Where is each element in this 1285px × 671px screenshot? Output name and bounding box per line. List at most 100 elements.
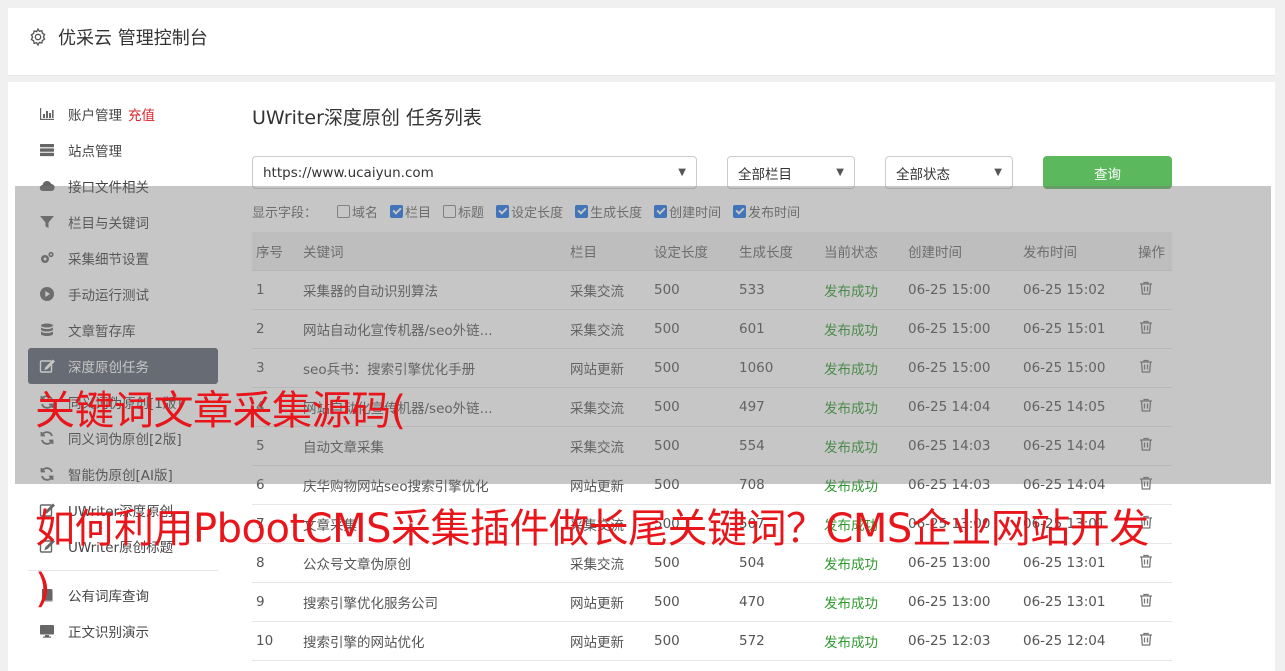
gen-length-cell: 497: [735, 387, 820, 427]
table-row: 3 seo兵书：搜索引擎优化手册 网站更新 500 1060 发布成功 06-25 15:0…: [252, 348, 1172, 388]
set-length-cell: 500: [650, 582, 735, 622]
set-length-cell: 500: [650, 270, 735, 310]
gen-length-cell: 533: [735, 270, 820, 310]
trash-icon[interactable]: [1138, 631, 1154, 647]
checkbox-label: 域名: [352, 205, 379, 221]
field-checkbox-title[interactable]: 标题: [443, 202, 484, 221]
field-checkbox-create-time[interactable]: 创建时间: [654, 202, 721, 221]
publish-time-cell: 06-25 15:02: [1019, 270, 1134, 310]
gear-icon: [30, 27, 46, 47]
publish-time-cell: 06-25 14:05: [1019, 387, 1134, 427]
checkbox[interactable]: [443, 204, 457, 218]
keyword-cell: 庆华购物网站seo搜索引擎优化: [299, 465, 566, 505]
table-row: 10 搜索引擎的网站优化 网站更新 500 572 发布成功 06-25 12:03 06-2…: [252, 621, 1172, 661]
app-title-text: 优采云 管理控制台: [58, 28, 208, 49]
column-header: 当前状态: [820, 232, 904, 271]
trash-icon[interactable]: [1138, 553, 1154, 569]
sidebar-item-manual-run[interactable]: 手动运行测试: [28, 276, 218, 312]
sidebar-item-collect-settings[interactable]: 采集细节设置: [28, 240, 218, 276]
sidebar-item-article-store[interactable]: 文章暂存库: [28, 312, 218, 348]
chevron-down-icon: ▼: [994, 167, 1002, 178]
sidebar-item-label: 深度原创任务: [68, 360, 149, 376]
column-select-value: 全部栏目: [738, 166, 792, 183]
trash-icon[interactable]: [1138, 319, 1154, 335]
sidebar-item-interface-files[interactable]: 接口文件相关: [28, 168, 218, 204]
column-select[interactable]: 全部栏目 ▼: [727, 156, 855, 189]
sidebar-item-ai-original[interactable]: 智能伪原创[AI版]: [28, 456, 218, 492]
checkbox-label: 栏目: [405, 205, 432, 221]
keyword-cell: 搜索引擎优化服务公司: [299, 582, 566, 622]
field-checkbox-domain[interactable]: 域名: [337, 202, 378, 221]
gears-icon: [38, 249, 56, 267]
create-time-cell: 06-25 14:03: [904, 426, 1019, 466]
actions-cell: [1134, 309, 1172, 349]
checkbox[interactable]: [575, 204, 589, 218]
site-select[interactable]: https://www.ucaiyun.com ▼: [252, 156, 697, 189]
sidebar-item-label: 栏目与关键词: [68, 216, 149, 232]
checkbox-label: 发布时间: [748, 205, 801, 221]
row-index-cell: 2: [252, 309, 299, 349]
checkbox[interactable]: [496, 204, 510, 218]
column-cell: 网站更新: [566, 348, 650, 388]
field-checkbox-column[interactable]: 栏目: [390, 202, 431, 221]
trash-icon[interactable]: [1138, 280, 1154, 296]
content-area: UWriter深度原创 任务列表 https://www.ucaiyun.com…: [252, 100, 1172, 661]
status-cell: 发布成功: [820, 348, 904, 388]
publish-time-cell: 06-25 12:04: [1019, 621, 1134, 661]
query-button[interactable]: 查询: [1043, 156, 1172, 189]
publish-time-cell: 06-25 15:00: [1019, 348, 1134, 388]
keyword-cell: 网站自动化宣传机器/seo外链...: [299, 309, 566, 349]
overlay-title-line-2: 如何利用PbootCMS采集插件做长尾关键词？CMS企业网站开发: [35, 506, 1149, 552]
sidebar-item-text-recognition[interactable]: 正文识别演示: [28, 613, 218, 649]
keyword-cell: 搜索引擎的网站优化: [299, 621, 566, 661]
actions-cell: [1134, 465, 1172, 505]
sidebar-item-label: 采集细节设置: [68, 252, 149, 268]
create-time-cell: 06-25 14:03: [904, 465, 1019, 505]
publish-time-cell: 06-25 14:04: [1019, 465, 1134, 505]
status-select[interactable]: 全部状态 ▼: [885, 156, 1013, 189]
sidebar-item-deep-original[interactable]: 深度原创任务: [28, 348, 218, 384]
trash-icon[interactable]: [1138, 592, 1154, 608]
checkbox[interactable]: [654, 204, 668, 218]
trash-icon[interactable]: [1138, 397, 1154, 413]
gen-length-cell: 1060: [735, 348, 820, 388]
create-time-cell: 06-25 12:03: [904, 621, 1019, 661]
bar-chart-icon: [38, 105, 56, 123]
sidebar-divider: [28, 570, 218, 571]
trash-icon[interactable]: [1138, 475, 1154, 491]
monitor-icon: [38, 622, 56, 640]
row-index-cell: 3: [252, 348, 299, 388]
sidebar: 账户管理 充值 站点管理 接口文件相关 栏目与关键词 采集细节设置 手动运行测试…: [28, 96, 218, 649]
field-checkbox-publish-time[interactable]: 发布时间: [733, 202, 800, 221]
trash-icon[interactable]: [1138, 358, 1154, 374]
play-icon: [38, 285, 56, 303]
sidebar-item-label: 智能伪原创[AI版]: [68, 468, 173, 484]
sidebar-item-account[interactable]: 账户管理 充值: [28, 96, 218, 132]
sidebar-item-public-lexicon[interactable]: 公有词库查询: [28, 577, 218, 613]
checkbox[interactable]: [390, 204, 404, 218]
checkbox[interactable]: [733, 204, 747, 218]
column-cell: 网站更新: [566, 621, 650, 661]
set-length-cell: 500: [650, 465, 735, 505]
task-table: 序号 关键词 栏目 设定长度 生成长度 当前状态 创建时间 发布时间 操作 1采…: [252, 232, 1172, 661]
keyword-cell: 采集器的自动识别算法: [299, 270, 566, 310]
status-cell: 发布成功: [820, 582, 904, 622]
checkbox[interactable]: [337, 204, 351, 218]
status-select-value: 全部状态: [896, 166, 950, 183]
create-time-cell: 06-25 13:00: [904, 582, 1019, 622]
set-length-cell: 500: [650, 387, 735, 427]
trash-icon[interactable]: [1138, 436, 1154, 452]
actions-cell: [1134, 348, 1172, 388]
filter-bar: https://www.ucaiyun.com ▼ 全部栏目 ▼ 全部状态 ▼ …: [252, 156, 1172, 190]
column-header: 关键词: [299, 232, 566, 271]
recharge-link[interactable]: 充值: [128, 104, 155, 124]
keyword-cell: seo兵书：搜索引擎优化手册: [299, 348, 566, 388]
create-time-cell: 06-25 15:00: [904, 309, 1019, 349]
chevron-down-icon: ▼: [678, 167, 686, 178]
overlay-title-line-3: ): [35, 566, 51, 612]
field-checkbox-set-length[interactable]: 设定长度: [496, 202, 563, 221]
publish-time-cell: 06-25 13:01: [1019, 582, 1134, 622]
sidebar-item-columns-keywords[interactable]: 栏目与关键词: [28, 204, 218, 240]
field-checkbox-gen-length[interactable]: 生成长度: [575, 202, 642, 221]
sidebar-item-sites[interactable]: 站点管理: [28, 132, 218, 168]
